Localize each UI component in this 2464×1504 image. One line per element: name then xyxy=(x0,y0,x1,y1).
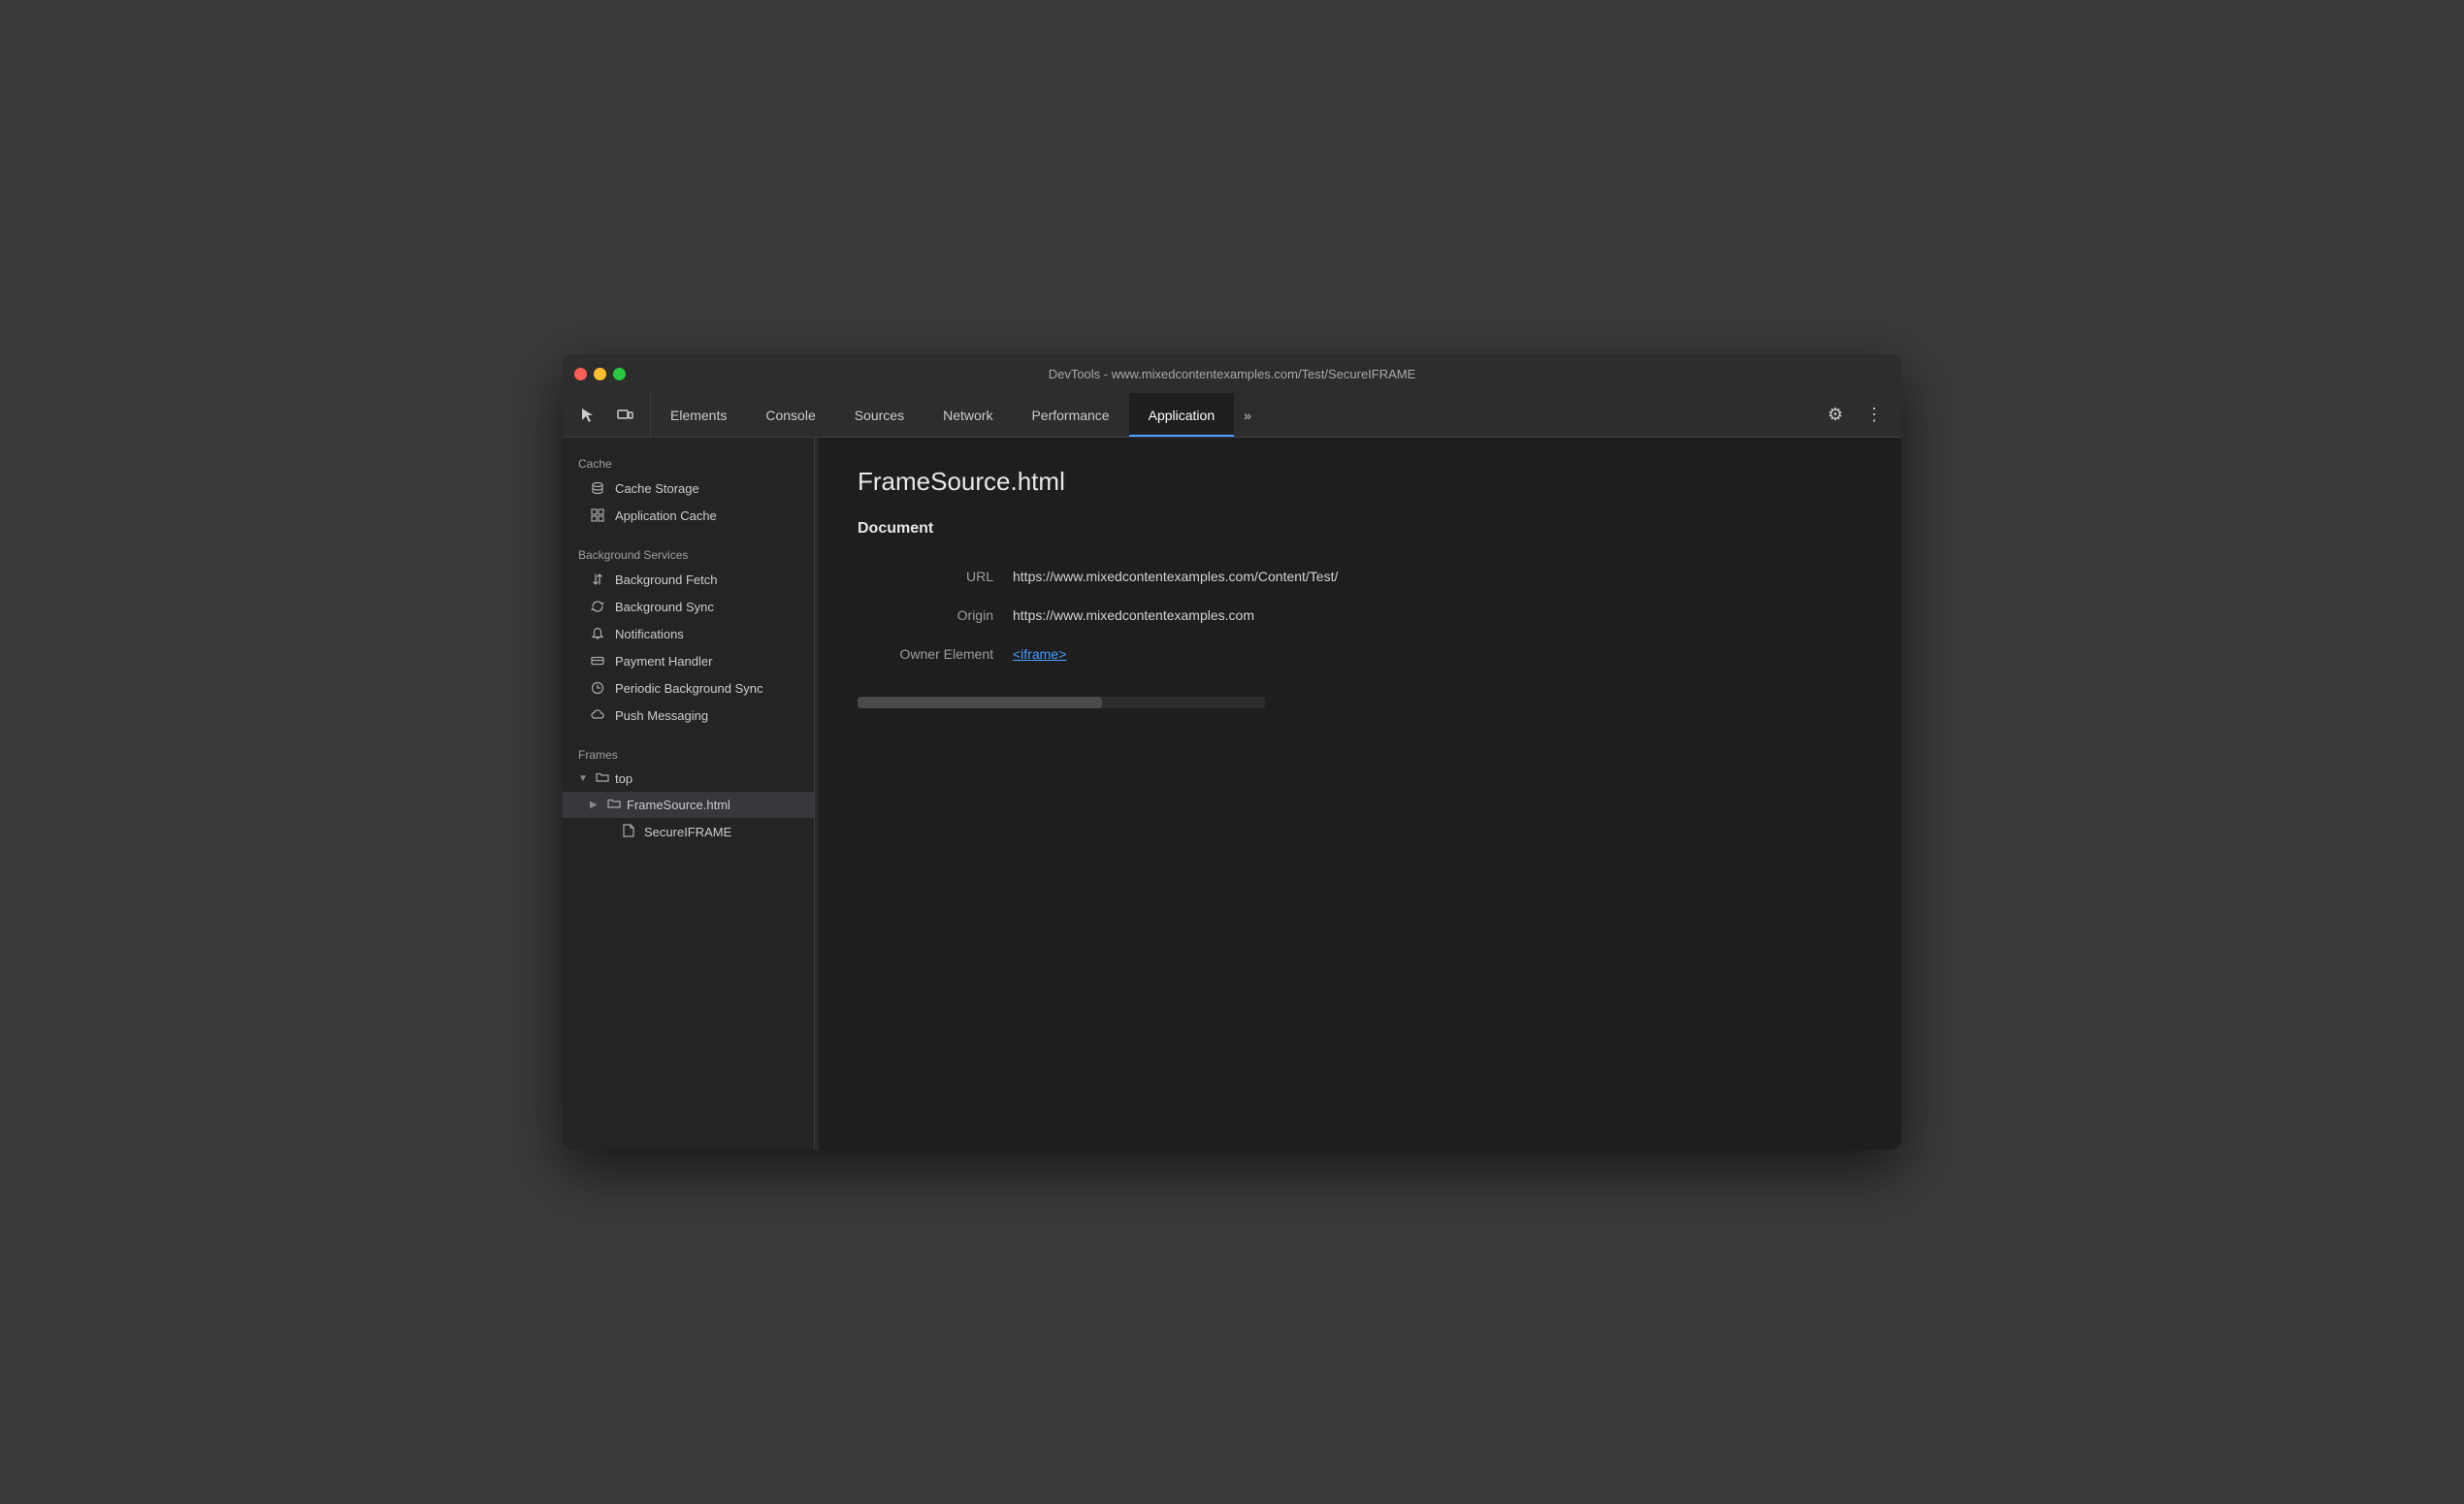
sidebar-item-background-fetch[interactable]: Background Fetch xyxy=(563,566,814,593)
secureiframe-label: SecureIFRAME xyxy=(644,825,731,839)
sidebar-item-secureiframe[interactable]: SecureIFRAME xyxy=(563,818,814,846)
close-button[interactable] xyxy=(574,368,587,380)
push-messaging-label: Push Messaging xyxy=(615,708,708,723)
framesource-label: FrameSource.html xyxy=(627,798,730,812)
database-icon xyxy=(590,480,605,496)
folder-icon xyxy=(607,798,621,812)
window-title: DevTools - www.mixedcontentexamples.com/… xyxy=(1049,367,1416,381)
sidebar-item-top-frame[interactable]: ▼ top xyxy=(563,766,814,792)
sidebar-section-frames: Frames xyxy=(563,740,814,766)
arrows-updown-icon xyxy=(590,572,605,587)
sidebar-item-framesource[interactable]: ▶ FrameSource.html xyxy=(563,792,814,818)
more-tabs-button[interactable]: » xyxy=(1234,408,1261,423)
info-row-owner: Owner Element <iframe> xyxy=(858,635,1863,673)
toolbar: Elements Console Sources Network Perform… xyxy=(563,393,1901,438)
background-fetch-label: Background Fetch xyxy=(615,572,718,587)
origin-value: https://www.mixedcontentexamples.com xyxy=(1013,607,1863,623)
minimize-button[interactable] xyxy=(594,368,606,380)
scrollbar-track xyxy=(858,697,1265,708)
devtools-window: DevTools - www.mixedcontentexamples.com/… xyxy=(563,354,1901,1150)
cache-storage-label: Cache Storage xyxy=(615,481,699,496)
sync-icon xyxy=(590,599,605,614)
grid-icon xyxy=(590,507,605,523)
main-panel: FrameSource.html Document URL https://ww… xyxy=(819,438,1901,1150)
cursor-icon[interactable] xyxy=(572,400,603,431)
owner-element-label: Owner Element xyxy=(858,646,1013,662)
main-inner: FrameSource.html Document URL https://ww… xyxy=(819,438,1901,1150)
expand-arrow-icon: ▼ xyxy=(578,773,590,784)
toolbar-icon-group xyxy=(563,393,651,437)
origin-label: Origin xyxy=(858,607,1013,623)
info-table: URL https://www.mixedcontentexamples.com… xyxy=(858,557,1863,673)
sidebar-item-payment-handler[interactable]: Payment Handler xyxy=(563,647,814,674)
expand-arrow-icon: ▶ xyxy=(590,800,601,810)
application-cache-label: Application Cache xyxy=(615,508,717,523)
info-row-origin: Origin https://www.mixedcontentexamples.… xyxy=(858,596,1863,635)
tab-performance[interactable]: Performance xyxy=(1012,393,1128,437)
sidebar-item-periodic-background-sync[interactable]: Periodic Background Sync xyxy=(563,674,814,702)
title-bar: DevTools - www.mixedcontentexamples.com/… xyxy=(563,354,1901,393)
periodic-background-sync-label: Periodic Background Sync xyxy=(615,681,762,696)
scrollbar-thumb[interactable] xyxy=(858,697,1102,708)
sidebar-item-notifications[interactable]: Notifications xyxy=(563,620,814,647)
page-title: FrameSource.html xyxy=(858,467,1863,497)
cloud-icon xyxy=(590,707,605,723)
bell-icon xyxy=(590,626,605,641)
url-value: https://www.mixedcontentexamples.com/Con… xyxy=(1013,569,1863,584)
toolbar-right: ⚙ ⋮ xyxy=(1808,400,1901,431)
sidebar-item-push-messaging[interactable]: Push Messaging xyxy=(563,702,814,729)
nav-tabs: Elements Console Sources Network Perform… xyxy=(651,393,1808,437)
sidebar: Cache Cache Storage xyxy=(563,438,815,1150)
background-sync-label: Background Sync xyxy=(615,600,714,614)
tab-sources[interactable]: Sources xyxy=(835,393,924,437)
settings-icon[interactable]: ⚙ xyxy=(1820,400,1851,431)
sidebar-section-cache: Cache xyxy=(563,449,814,474)
file-icon xyxy=(623,824,634,840)
tab-console[interactable]: Console xyxy=(746,393,834,437)
info-row-url: URL https://www.mixedcontentexamples.com… xyxy=(858,557,1863,596)
tab-elements[interactable]: Elements xyxy=(651,393,746,437)
notifications-label: Notifications xyxy=(615,627,684,641)
sidebar-item-background-sync[interactable]: Background Sync xyxy=(563,593,814,620)
clock-icon xyxy=(590,680,605,696)
maximize-button[interactable] xyxy=(613,368,626,380)
menu-icon[interactable]: ⋮ xyxy=(1859,400,1890,431)
sidebar-item-cache-storage[interactable]: Cache Storage xyxy=(563,474,814,502)
tab-application[interactable]: Application xyxy=(1129,393,1235,437)
payment-icon xyxy=(590,653,605,669)
traffic-lights xyxy=(574,368,626,380)
tab-network[interactable]: Network xyxy=(924,393,1012,437)
device-toggle-icon[interactable] xyxy=(609,400,640,431)
sidebar-section-background: Background Services xyxy=(563,540,814,566)
owner-element-value[interactable]: <iframe> xyxy=(1013,646,1863,662)
section-heading: Document xyxy=(858,520,1863,538)
top-frame-label: top xyxy=(615,771,632,786)
payment-handler-label: Payment Handler xyxy=(615,654,712,669)
main-content: Cache Cache Storage xyxy=(563,438,1901,1150)
sidebar-item-application-cache[interactable]: Application Cache xyxy=(563,502,814,529)
url-label: URL xyxy=(858,569,1013,584)
folder-icon xyxy=(596,771,609,786)
